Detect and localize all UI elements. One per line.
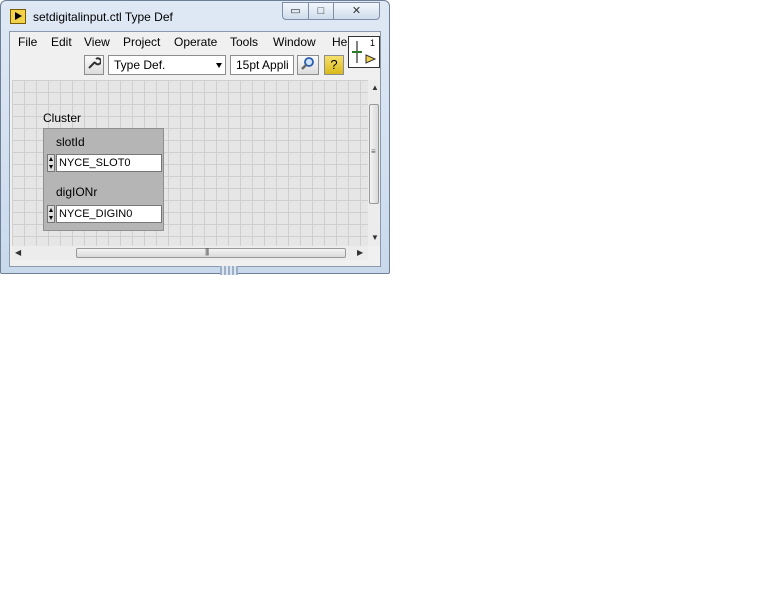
grip-icon: ≡ xyxy=(371,147,376,156)
spin-arrows-icon[interactable] xyxy=(47,154,55,172)
chevron-down-icon xyxy=(216,63,222,68)
menu-operate[interactable]: Operate xyxy=(174,35,217,49)
title-bar[interactable]: setdigitalinput.ctl Type Def ▭ □ ✕ xyxy=(1,1,389,31)
vertical-scroll-thumb[interactable]: ≡ xyxy=(369,104,379,204)
spin-arrows-icon[interactable] xyxy=(47,205,55,223)
slotid-label: slotId xyxy=(56,135,85,149)
horizontal-scrollbar[interactable]: ◀ ||| ▶ xyxy=(12,246,368,260)
cluster-control[interactable]: slotId NYCE_SLOT0 digIONr NYCE_DIGIN0 xyxy=(43,128,164,231)
toolbar: Type Def. 15pt Appli ? xyxy=(10,53,346,78)
connector-pane-icon[interactable]: 1 xyxy=(348,36,380,68)
menu-help[interactable]: He xyxy=(332,35,347,49)
menu-bar: File Edit View Project Operate Tools Win… xyxy=(10,32,347,53)
digionr-value[interactable]: NYCE_DIGIN0 xyxy=(56,205,162,223)
search-icon[interactable] xyxy=(297,55,319,75)
cluster-label: Cluster xyxy=(43,111,82,125)
front-panel[interactable]: Cluster slotId NYCE_SLOT0 digIONr NYCE_D… xyxy=(12,80,368,246)
font-dropdown[interactable]: 15pt Appli xyxy=(230,55,294,75)
maximize-button[interactable]: □ xyxy=(308,2,334,20)
slotid-ring[interactable]: NYCE_SLOT0 xyxy=(47,154,163,172)
font-dropdown-value: 15pt Appli xyxy=(236,58,289,72)
horizontal-scroll-thumb[interactable]: ||| xyxy=(76,247,346,258)
connector-index: 1 xyxy=(370,38,376,48)
type-def-window: setdigitalinput.ctl Type Def ▭ □ ✕ File … xyxy=(0,0,390,274)
help-icon[interactable]: ? xyxy=(324,55,344,75)
scroll-down-icon[interactable]: ▼ xyxy=(371,233,379,242)
digionr-label: digIONr xyxy=(56,185,98,199)
scroll-left-icon[interactable]: ◀ xyxy=(15,248,21,257)
grip-icon: ||| xyxy=(205,247,209,256)
type-def-dropdown-value: Type Def. xyxy=(114,58,166,72)
close-button[interactable]: ✕ xyxy=(333,2,380,20)
vertical-scrollbar[interactable]: ▲ ≡ ▼ xyxy=(368,80,380,246)
type-def-dropdown[interactable]: Type Def. xyxy=(108,55,226,75)
client-area: File Edit View Project Operate Tools Win… xyxy=(9,31,381,267)
digionr-ring[interactable]: NYCE_DIGIN0 xyxy=(47,205,163,223)
menu-edit[interactable]: Edit xyxy=(51,35,72,49)
scroll-right-icon[interactable]: ▶ xyxy=(357,248,363,257)
scroll-up-icon[interactable]: ▲ xyxy=(371,83,379,92)
window-title: setdigitalinput.ctl Type Def xyxy=(33,10,173,24)
menu-project[interactable]: Project xyxy=(123,35,160,49)
slotid-value[interactable]: NYCE_SLOT0 xyxy=(56,154,162,172)
minimize-button[interactable]: ▭ xyxy=(282,2,309,20)
menu-window[interactable]: Window xyxy=(273,35,316,49)
background-window-edge xyxy=(220,266,238,275)
labview-vi-icon xyxy=(10,9,26,24)
menu-file[interactable]: File xyxy=(18,35,37,49)
wrench-icon[interactable] xyxy=(84,55,104,75)
menu-view[interactable]: View xyxy=(84,35,110,49)
menu-tools[interactable]: Tools xyxy=(230,35,258,49)
